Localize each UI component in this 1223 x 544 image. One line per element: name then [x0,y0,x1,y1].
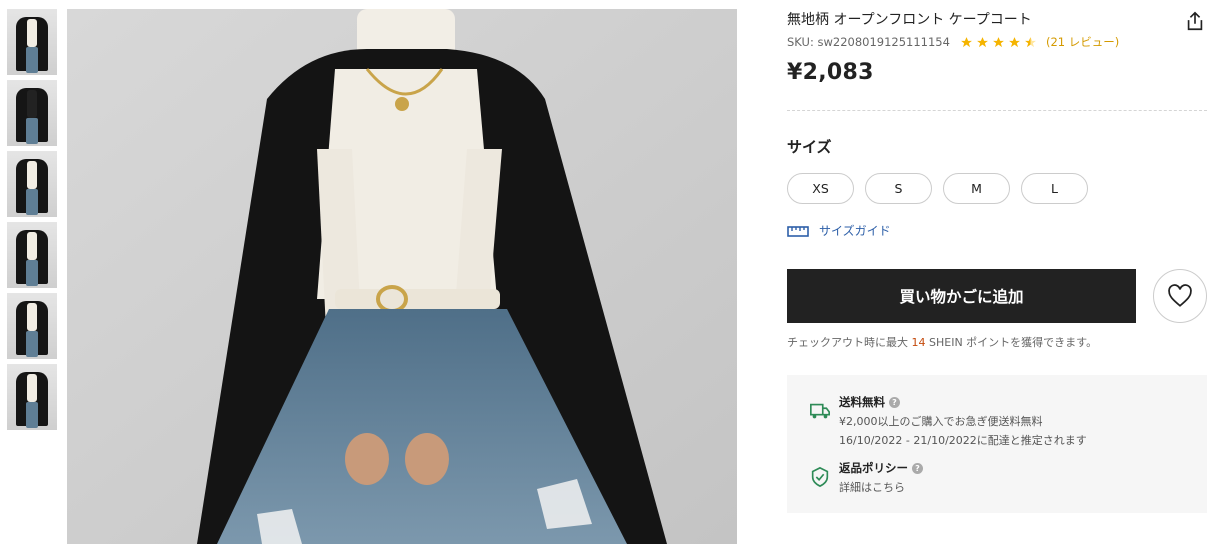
ruler-icon [787,225,809,237]
points-note: チェックアウト時に最大 14 SHEIN ポイントを獲得できます。 [787,334,1097,350]
thumbnail-6[interactable] [7,364,57,430]
product-photo [67,9,737,544]
shipping-info-box: 送料無料 ? ¥2,000以上のご購入でお急ぎ便送料無料 16/10/2022 … [787,375,1207,513]
shipping-condition: ¥2,000以上のご購入でお急ぎ便送料無料 [839,415,1043,428]
product-price: ¥2,083 [787,60,874,85]
size-guide-link[interactable]: サイズガイド [787,222,891,239]
thumbnail-4[interactable] [7,222,57,288]
size-options: XS S M L [787,173,1099,204]
thumbnail-list [7,9,57,435]
shipping-title: 送料無料 [839,395,885,409]
rating-stars [960,36,1040,49]
size-option-s[interactable]: S [865,173,932,204]
heart-icon [1168,284,1192,307]
truck-icon [810,403,830,419]
points-suffix: SHEIN ポイントを獲得できます。 [929,336,1098,349]
half-star-icon [1025,36,1036,47]
divider [787,110,1207,111]
size-guide-label: サイズガイド [819,224,891,238]
points-value: 14 [911,336,926,349]
free-shipping-row: 送料無料 ? ¥2,000以上のご購入でお急ぎ便送料無料 16/10/2022 … [809,394,1087,448]
main-product-image[interactable] [67,9,737,544]
points-prefix: チェックアウト時に最大 [787,336,908,349]
wishlist-button[interactable] [1153,269,1207,323]
help-icon[interactable]: ? [889,396,900,408]
size-heading: サイズ [787,138,832,156]
shield-check-icon [811,466,829,488]
return-details-link[interactable]: 詳細はこちら [839,479,923,495]
thumbnail-2[interactable] [7,80,57,146]
return-policy-title: 返品ポリシー [839,461,908,475]
shipping-title-wrap: 送料無料 ? [839,394,1087,410]
delivery-estimate: 16/10/2022 - 21/10/2022に配達と推定されます [839,434,1087,447]
star-icon [993,36,1004,47]
star-icon [961,36,972,47]
thumbnail-1[interactable] [7,9,57,75]
review-count-link[interactable]: (21 レビュー) [1046,34,1119,50]
return-title-wrap: 返品ポリシー ? [839,460,923,476]
help-icon[interactable]: ? [912,462,923,474]
share-icon[interactable] [1184,10,1206,32]
sku-rating-row: SKU: sw2208019125111154 (21 レビュー) [787,34,1119,50]
size-option-m[interactable]: M [943,173,1010,204]
thumbnail-3[interactable] [7,151,57,217]
star-icon [977,36,988,47]
thumbnail-5[interactable] [7,293,57,359]
add-to-cart-button[interactable]: 買い物かごに追加 [787,269,1136,323]
return-policy-row: 返品ポリシー ? 詳細はこちら [809,460,923,495]
product-title: 無地柄 オープンフロント ケープコート [787,12,1032,28]
star-icon [1009,36,1020,47]
sku-text: SKU: sw2208019125111154 [787,35,950,49]
size-option-xs[interactable]: XS [787,173,854,204]
size-option-l[interactable]: L [1021,173,1088,204]
